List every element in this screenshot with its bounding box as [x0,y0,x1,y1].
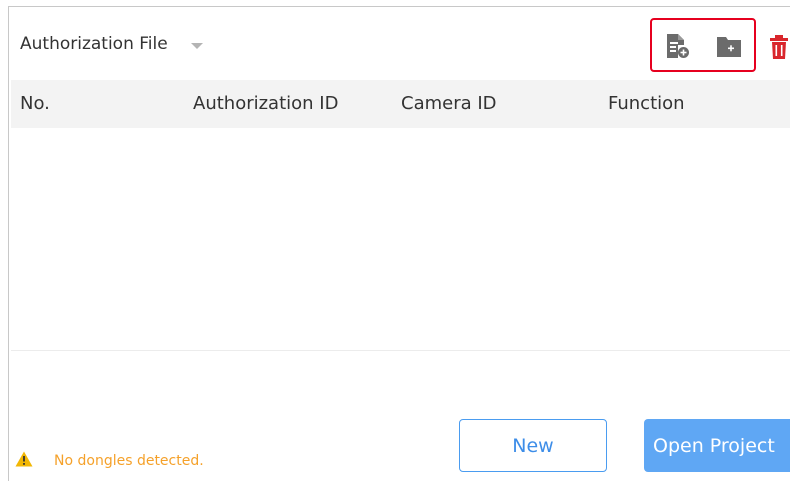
open-project-button[interactable]: Open Project [644,419,790,472]
panel-top-border [8,6,790,7]
no-dongles-message: No dongles detected. [54,453,204,469]
panel-left-border [8,6,9,481]
column-header-camera-id: Camera ID [401,93,497,114]
new-button[interactable]: New [459,419,607,472]
table-divider [11,350,790,351]
delete-icon[interactable] [768,34,790,60]
import-file-icon[interactable] [665,33,689,59]
column-header-authorization-id: Authorization ID [193,93,339,114]
warning-icon [15,451,33,467]
caret-down-icon[interactable] [191,43,203,49]
new-folder-icon[interactable] [716,34,742,58]
column-header-function: Function [608,93,685,114]
authorization-file-title[interactable]: Authorization File [20,34,168,54]
authorization-table-body [11,128,790,350]
column-header-no: No. [20,93,50,114]
